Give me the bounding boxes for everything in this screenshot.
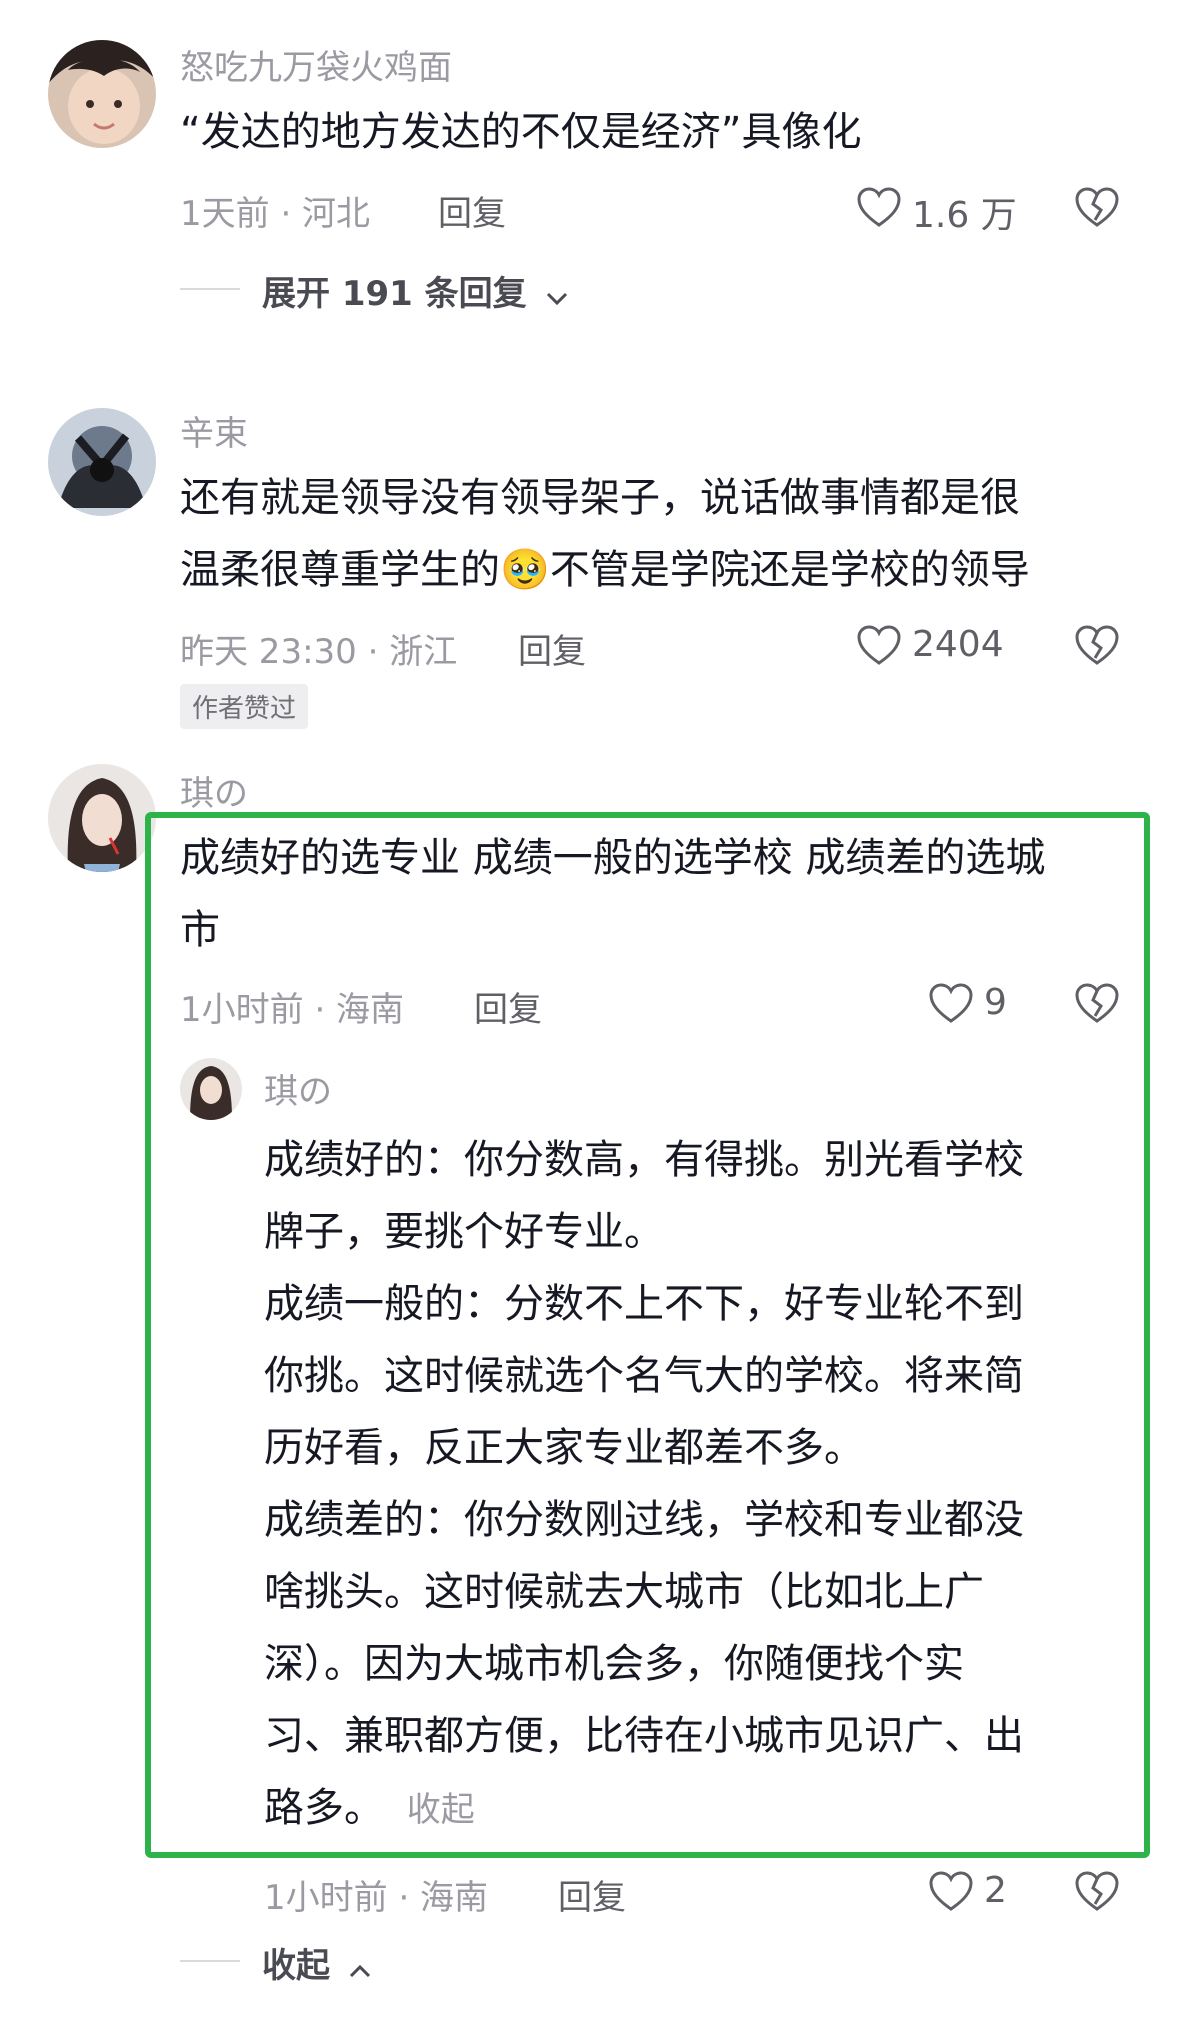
reply-text-line: 成绩好的：你分数高，有得挑。别光看学校 <box>264 1137 1024 1183</box>
inline-collapse-button[interactable]: 收起 <box>407 1790 475 1830</box>
reply-text-line: 牌子，要挑个好专业。 <box>264 1209 664 1255</box>
like-icon[interactable] <box>928 982 974 1024</box>
like-count: 2404 <box>912 624 1004 665</box>
divider <box>180 1960 240 1962</box>
reply-text-line: 历好看，反正大家专业都差不多。 <box>264 1425 864 1471</box>
reply-button[interactable]: 回复 <box>474 982 542 1031</box>
like-count: 1.6 万 <box>912 195 1017 236</box>
like-icon[interactable] <box>928 1870 974 1912</box>
comment-time-location: 1天前 · 河北 <box>180 194 371 234</box>
like-count: 2 <box>984 1870 1007 1911</box>
like-icon[interactable] <box>856 624 902 666</box>
avatar[interactable] <box>48 40 156 148</box>
comment-text-segment: 不管是学院还是学校的领导 <box>549 547 1030 593</box>
reply-button[interactable]: 回复 <box>518 624 586 673</box>
comment-time-location: 昨天 23:30 · 浙江 <box>180 632 458 672</box>
comment-text: “发达的地方发达的不仅是经济”具像化 <box>180 109 862 155</box>
dislike-icon[interactable] <box>1074 186 1120 228</box>
collapse-replies-button[interactable]: 收起 <box>262 1938 372 1988</box>
expand-replies-label: 展开 191 条回复 <box>262 274 527 314</box>
reply-text-line: 你挑。这时候就选个名气大的学校。将来简 <box>264 1353 1024 1399</box>
author-liked-badge: 作者赞过 <box>180 684 309 729</box>
reply-text-line: 成绩一般的：分数不上不下，好专业轮不到 <box>264 1281 1024 1327</box>
collapse-replies-label: 收起 <box>262 1946 330 1986</box>
emoji: 🥹 <box>500 547 550 593</box>
comment-text-line: 温柔很尊重学生的🥹不管是学院还是学校的领导 <box>180 534 1030 606</box>
dislike-icon[interactable] <box>1074 982 1120 1024</box>
dislike-icon[interactable] <box>1074 1870 1120 1912</box>
expand-replies-button[interactable]: 展开 191 条回复 <box>262 266 569 316</box>
reply-username[interactable]: 琪の <box>264 1064 332 1113</box>
username[interactable]: 琪の <box>180 766 248 815</box>
comment-text-line: 市 <box>180 907 220 953</box>
avatar[interactable] <box>48 408 156 516</box>
reply-text-line: 深）。因为大城市机会多，你随便找个实 <box>264 1641 964 1687</box>
reply-button[interactable]: 回复 <box>558 1870 626 1919</box>
reply-text-line: 啥挑头。这时候就去大城市（比如北上广 <box>264 1569 984 1615</box>
comment-time-location: 1小时前 · 海南 <box>180 990 405 1030</box>
dislike-icon[interactable] <box>1074 624 1120 666</box>
like-count: 9 <box>984 982 1007 1023</box>
comment-text-line: 成绩好的选专业 成绩一般的选学校 成绩差的选城 <box>180 835 1046 881</box>
reply-time-location: 1小时前 · 海南 <box>264 1878 489 1918</box>
reply-button[interactable]: 回复 <box>438 186 506 235</box>
reply-text-line: 习、兼职都方便，比待在小城市见识广、出 <box>264 1713 1024 1759</box>
like-icon[interactable] <box>856 186 902 228</box>
reply-avatar[interactable] <box>180 1058 242 1120</box>
username[interactable]: 怒吃九万袋火鸡面 <box>180 40 452 89</box>
avatar[interactable] <box>48 764 156 872</box>
comment-text-segment: 温柔很尊重学生的 <box>180 547 500 593</box>
reply-text-line: 路多。 收起 <box>264 1772 475 1846</box>
comment-text-line: 还有就是领导没有领导架子，说话做事情都是很 <box>180 475 1020 521</box>
divider <box>180 288 240 290</box>
chevron-down-icon <box>545 276 569 316</box>
chevron-up-icon <box>348 1948 372 1988</box>
reply-text-segment: 路多。 <box>264 1785 384 1831</box>
reply-text-line: 成绩差的：你分数刚过线，学校和专业都没 <box>264 1497 1024 1543</box>
username[interactable]: 辛束 <box>180 406 248 455</box>
